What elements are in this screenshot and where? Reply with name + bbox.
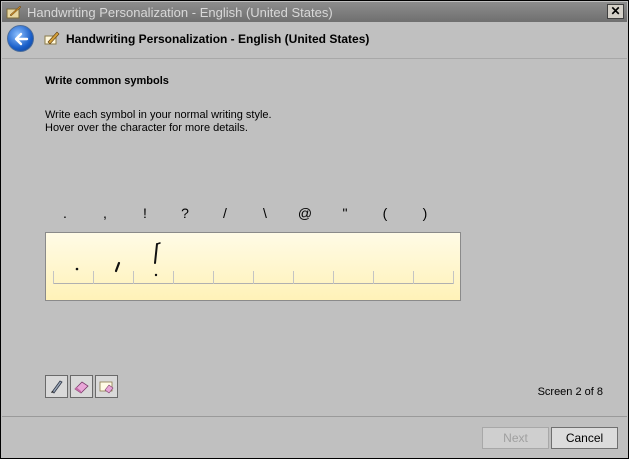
- wizard-content: Write common symbols Write each symbol i…: [2, 58, 627, 416]
- handwritten-strokes: [75, 242, 161, 277]
- page-title: Handwriting Personalization - English (U…: [66, 32, 370, 46]
- eraser-button[interactable]: [70, 375, 93, 398]
- handwriting-personalization-window: Handwriting Personalization - English (U…: [0, 0, 629, 459]
- symbol-backslash[interactable]: \: [245, 205, 285, 221]
- symbol-question[interactable]: ?: [165, 205, 205, 221]
- pen-tool-icon: [51, 380, 63, 394]
- instruction-line-1: Write each symbol in your normal writing…: [45, 109, 272, 121]
- symbol-exclamation[interactable]: !: [125, 205, 165, 221]
- close-button[interactable]: ✕: [607, 4, 624, 19]
- next-button[interactable]: Next: [482, 427, 549, 449]
- symbol-quote[interactable]: ": [325, 205, 365, 221]
- writing-pad[interactable]: [45, 232, 461, 301]
- wizard-footer: Next Cancel: [2, 416, 627, 458]
- symbol-at[interactable]: @: [285, 205, 325, 221]
- symbol-prompt-row: . , ! ? / \ @ " ( ): [45, 205, 461, 225]
- window-title: Handwriting Personalization - English (U…: [27, 5, 333, 20]
- wizard-header: Handwriting Personalization - English (U…: [2, 22, 627, 58]
- back-arrow-icon: [14, 32, 29, 46]
- clear-all-icon: [99, 381, 114, 394]
- back-button[interactable]: [7, 25, 34, 52]
- eraser-icon: [74, 381, 89, 394]
- symbol-close-paren[interactable]: ): [405, 205, 445, 221]
- title-bar[interactable]: Handwriting Personalization - English (U…: [2, 2, 627, 22]
- clear-all-button[interactable]: [95, 375, 118, 398]
- symbol-slash[interactable]: /: [205, 205, 245, 221]
- symbol-period[interactable]: .: [45, 205, 85, 221]
- handwriting-app-icon: [6, 5, 22, 19]
- section-title: Write common symbols: [45, 75, 169, 87]
- screen-counter: Screen 2 of 8: [537, 386, 603, 398]
- handwriting-pen-icon: [44, 31, 60, 45]
- cancel-button[interactable]: Cancel: [551, 427, 618, 449]
- instruction-line-2: Hover over the character for more detail…: [45, 122, 248, 134]
- pen-tool-button[interactable]: [45, 375, 68, 398]
- symbol-open-paren[interactable]: (: [365, 205, 405, 221]
- symbol-comma[interactable]: ,: [85, 205, 125, 221]
